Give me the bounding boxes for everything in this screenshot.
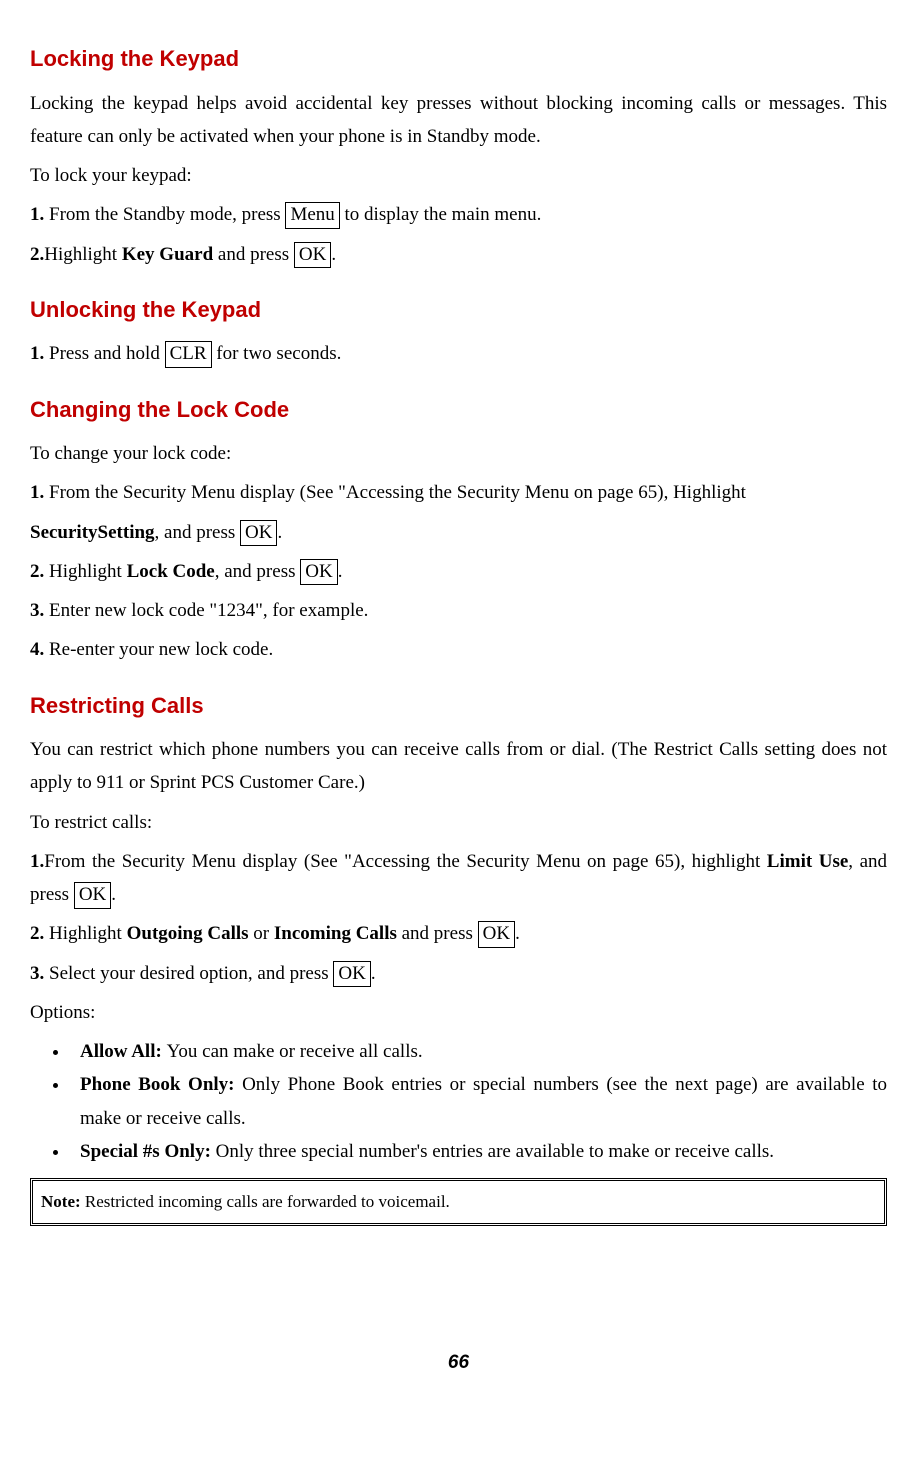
step-text: From the Security Menu display (See "Acc…	[49, 482, 746, 503]
step-text: From the Standby mode, press	[49, 204, 285, 225]
step-text: .	[515, 923, 520, 944]
restricting-intro: You can restrict which phone numbers you…	[30, 733, 887, 800]
menu-key: Menu	[285, 202, 339, 229]
heading-changing-lock-code: Changing the Lock Code	[30, 391, 887, 430]
security-setting-label: SecuritySetting	[30, 522, 155, 543]
changing-step3: 3. Enter new lock code "1234", for examp…	[30, 594, 887, 627]
note-label: Note:	[41, 1192, 85, 1211]
locking-tolock: To lock your keypad:	[30, 159, 887, 192]
option-text: You can make or receive all calls.	[167, 1041, 423, 1062]
step-text: Press and hold	[49, 343, 165, 364]
step-text: for two seconds.	[212, 343, 342, 364]
ok-key: OK	[74, 882, 111, 909]
phone-book-only-label: Phone Book Only:	[80, 1074, 242, 1095]
step-num: 3.	[30, 600, 49, 621]
step-text: .	[277, 522, 282, 543]
clr-key: CLR	[165, 341, 212, 368]
step-text: .	[331, 244, 336, 265]
step-num: 3.	[30, 963, 49, 984]
options-label: Options:	[30, 996, 887, 1029]
locking-intro: Locking the keypad helps avoid accidenta…	[30, 87, 887, 154]
step-text: Select your desired option, and press	[49, 963, 333, 984]
step-num: 1.	[30, 204, 49, 225]
page-number: 66	[30, 1346, 887, 1379]
step-text: From the Security Menu display (See "Acc…	[44, 851, 767, 872]
unlocking-step1: 1. Press and hold CLR for two seconds.	[30, 337, 887, 370]
step-text: and press	[213, 244, 294, 265]
step-text: or	[249, 923, 274, 944]
list-item: Phone Book Only: Only Phone Book entries…	[70, 1068, 887, 1135]
changing-intro: To change your lock code:	[30, 437, 887, 470]
step-num: 1.	[30, 851, 44, 872]
list-item: Allow All: You can make or receive all c…	[70, 1035, 887, 1068]
step-text: Highlight	[49, 923, 127, 944]
restricting-step2: 2. Highlight Outgoing Calls or Incoming …	[30, 917, 887, 950]
step-text: and press	[397, 923, 478, 944]
locking-step1: 1. From the Standby mode, press Menu to …	[30, 198, 887, 231]
step-text: .	[111, 884, 116, 905]
step-text: .	[338, 561, 343, 582]
step-num: 2.	[30, 923, 49, 944]
changing-step1: 1. From the Security Menu display (See "…	[30, 476, 887, 509]
special-nums-only-label: Special #s Only:	[80, 1141, 216, 1162]
step-text: Re-enter your new lock code.	[49, 639, 273, 660]
restricting-step3: 3. Select your desired option, and press…	[30, 957, 887, 990]
lock-code-label: Lock Code	[127, 561, 215, 582]
heading-unlocking-keypad: Unlocking the Keypad	[30, 291, 887, 330]
step-text: Enter new lock code "1234", for example.	[49, 600, 368, 621]
step-text: Highlight	[49, 561, 127, 582]
incoming-calls-label: Incoming Calls	[274, 923, 397, 944]
heading-restricting-calls: Restricting Calls	[30, 687, 887, 726]
changing-step2: 2. Highlight Lock Code, and press OK.	[30, 555, 887, 588]
allow-all-label: Allow All:	[80, 1041, 167, 1062]
ok-key: OK	[478, 921, 515, 948]
note-box: Note: Restricted incoming calls are forw…	[30, 1178, 887, 1226]
step-num: 2.	[30, 561, 49, 582]
option-text: Only three special number's entries are …	[216, 1141, 774, 1162]
list-item: Special #s Only: Only three special numb…	[70, 1135, 887, 1168]
restricting-step1: 1.From the Security Menu display (See "A…	[30, 845, 887, 912]
ok-key: OK	[294, 242, 331, 269]
step-num: 1.	[30, 343, 49, 364]
step-text: .	[371, 963, 376, 984]
step-text: , and press	[215, 561, 300, 582]
step-text: , and press	[155, 522, 240, 543]
ok-key: OK	[333, 961, 370, 988]
key-guard-label: Key Guard	[122, 244, 213, 265]
options-list: Allow All: You can make or receive all c…	[30, 1035, 887, 1168]
changing-step1b: SecuritySetting, and press OK.	[30, 516, 887, 549]
locking-step2: 2.Highlight Key Guard and press OK.	[30, 238, 887, 271]
heading-locking-keypad: Locking the Keypad	[30, 40, 887, 79]
restricting-torestrict: To restrict calls:	[30, 806, 887, 839]
step-num: 1.	[30, 482, 49, 503]
ok-key: OK	[240, 520, 277, 547]
step-num: 4.	[30, 639, 49, 660]
outgoing-calls-label: Outgoing Calls	[127, 923, 249, 944]
step-text: to display the main menu.	[340, 204, 542, 225]
changing-step4: 4. Re-enter your new lock code.	[30, 633, 887, 666]
step-text: Highlight	[44, 244, 122, 265]
note-text: Restricted incoming calls are forwarded …	[85, 1192, 450, 1211]
ok-key: OK	[300, 559, 337, 586]
limit-use-label: Limit Use	[767, 851, 848, 872]
step-num: 2.	[30, 244, 44, 265]
